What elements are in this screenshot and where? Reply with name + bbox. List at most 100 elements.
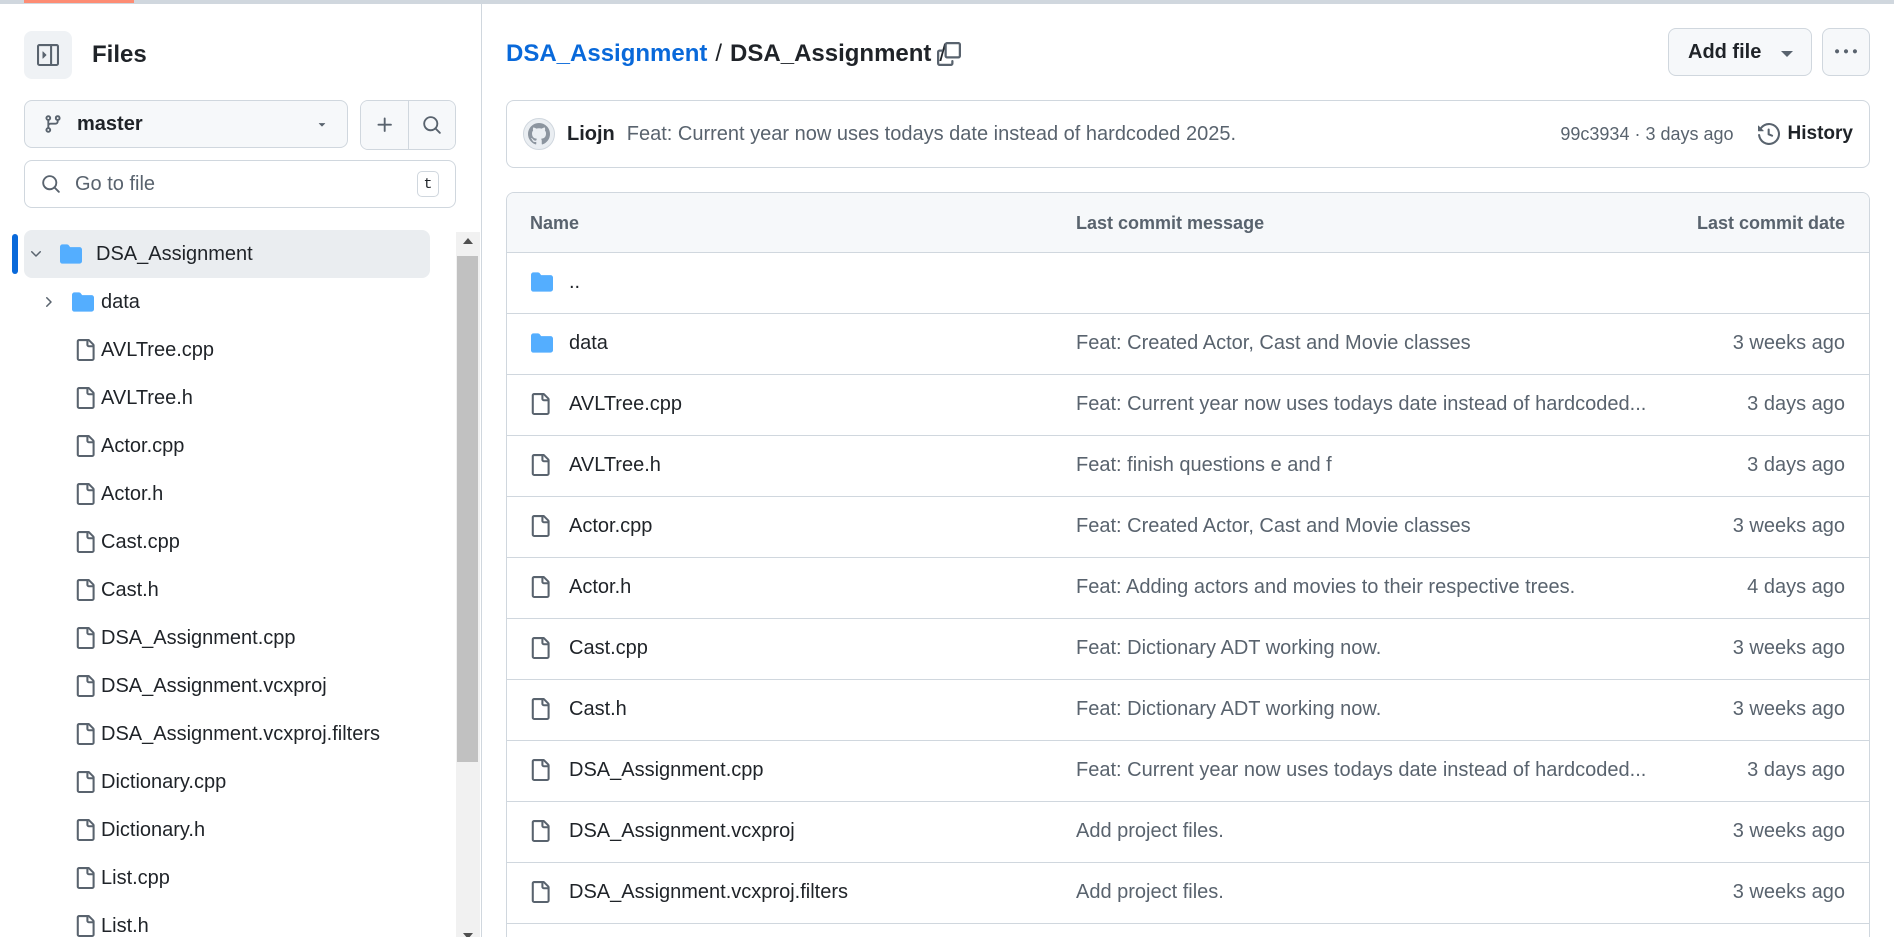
file-icon	[74, 915, 96, 937]
row-commit-message[interactable]: Feat: Dictionary ADT working now.	[1076, 698, 1381, 721]
row-name-link[interactable]: Cast.cpp	[569, 637, 648, 660]
row-name-link[interactable]: ..	[569, 271, 580, 294]
breadcrumb-separator: /	[715, 40, 723, 67]
row-commit-date: 3 days ago	[1747, 759, 1845, 781]
table-header: Name Last commit message Last commit dat…	[507, 193, 1869, 253]
git-branch-icon	[45, 115, 61, 133]
tree-actions	[360, 100, 456, 150]
tree-item-file[interactable]: List.cpp	[24, 854, 430, 902]
row-commit-message[interactable]: Feat: Adding actors and movies to their …	[1076, 576, 1575, 599]
row-name-link[interactable]: Actor.cpp	[569, 515, 652, 538]
tree-item-file[interactable]: Actor.cpp	[24, 422, 430, 470]
chevron-down-icon[interactable]	[28, 246, 44, 262]
table-row[interactable]: Actor.h Feat: Adding actors and movies to…	[507, 558, 1869, 619]
table-row[interactable]: Cast.cpp Feat: Dictionary ADT working now…	[507, 619, 1869, 680]
tree-item-file[interactable]: AVLTree.h	[24, 374, 430, 422]
table-row[interactable]: Actor.cpp Feat: Created Actor, Cast and M…	[507, 497, 1869, 558]
breadcrumb-repo-link[interactable]: DSA_Assignment	[506, 40, 707, 68]
row-name-link[interactable]: AVLTree.h	[569, 454, 661, 477]
table-row[interactable]: AVLTree.h Feat: finish questions e and f 3…	[507, 436, 1869, 497]
row-commit-date: 3 weeks ago	[1732, 820, 1845, 842]
file-tree-sidebar: Files master t DSA_Assignmentdata AVLTree…	[0, 4, 482, 937]
history-label: History	[1787, 123, 1853, 144]
tree-item-label: Cast.cpp	[101, 530, 180, 553]
commit-hash-and-age[interactable]: 99c3934 · 3 days ago	[1560, 124, 1733, 145]
tree-item-folder[interactable]: data	[24, 278, 430, 326]
history-button[interactable]: History	[1757, 123, 1853, 145]
table-row[interactable]: AVLTree.cpp Feat: Current year now uses t…	[507, 375, 1869, 436]
search-tree-button[interactable]	[408, 101, 455, 149]
add-file-tree-button[interactable]	[361, 101, 408, 149]
table-row[interactable]: DSA_Assignment.vcxproj Add project files.…	[507, 802, 1869, 863]
avatar[interactable]	[523, 118, 555, 150]
row-commit-message[interactable]: Feat: Dictionary ADT working now.	[1076, 637, 1381, 660]
go-to-file-box[interactable]: t	[24, 160, 456, 208]
commit-author[interactable]: Liojn	[567, 123, 615, 146]
tree-item-file[interactable]: DSA_Assignment.vcxproj.filters	[24, 710, 430, 758]
file-icon	[74, 339, 96, 361]
row-commit-message[interactable]: Feat: Created Actor, Cast and Movie clas…	[1076, 515, 1471, 538]
file-icon	[74, 435, 96, 457]
row-commit-date: 3 weeks ago	[1732, 637, 1845, 659]
latest-commit-bar: Liojn Feat: Current year now uses todays…	[506, 100, 1870, 168]
add-file-label: Add file	[1688, 40, 1762, 63]
row-commit-message[interactable]: Feat: Current year now uses todays date …	[1076, 759, 1646, 782]
tree-item-folder[interactable]: DSA_Assignment	[24, 230, 430, 278]
tree-item-file[interactable]: List.h	[24, 902, 430, 937]
file-icon	[529, 454, 551, 482]
row-name-link[interactable]: data	[569, 332, 608, 355]
tree-item-label: List.h	[101, 914, 149, 937]
tree-item-file[interactable]: DSA_Assignment.cpp	[24, 614, 430, 662]
file-icon	[529, 759, 551, 787]
chevron-right-icon[interactable]	[40, 294, 56, 310]
breadcrumb: DSA_Assignment / DSA_Assignment /	[506, 34, 954, 74]
file-table: Name Last commit message Last commit dat…	[506, 192, 1870, 937]
tree-item-file[interactable]: DSA_Assignment.vcxproj	[24, 662, 430, 710]
row-name-link[interactable]: DSA_Assignment.cpp	[569, 759, 764, 782]
sidebar-title: Files	[92, 41, 147, 68]
file-icon	[74, 579, 96, 601]
tree-scrollbar[interactable]	[456, 232, 480, 937]
tree-item-file[interactable]: Cast.cpp	[24, 518, 430, 566]
tree-item-label: DSA_Assignment.cpp	[101, 626, 296, 649]
column-header-name: Name	[530, 213, 580, 233]
copy-icon	[937, 42, 961, 66]
table-row[interactable]: DSA_Assignment.vcxproj.filters Add projec…	[507, 863, 1869, 924]
branch-selector[interactable]: master	[24, 100, 348, 148]
row-commit-date: 3 days ago	[1747, 393, 1845, 415]
row-name-link[interactable]: Actor.h	[569, 576, 631, 599]
row-name-link[interactable]: AVLTree.cpp	[569, 393, 682, 416]
tree-item-label: DSA_Assignment	[96, 242, 253, 265]
copy-path-button[interactable]	[928, 34, 970, 74]
row-name-link[interactable]: DSA_Assignment.vcxproj.filters	[569, 881, 848, 904]
kebab-horizontal-icon	[1835, 49, 1857, 54]
row-commit-message[interactable]: Feat: finish questions e and f	[1076, 454, 1332, 477]
table-row[interactable]: Cast.h Feat: Dictionary ADT working now. 3…	[507, 680, 1869, 741]
file-icon	[529, 515, 551, 543]
commit-message[interactable]: Feat: Current year now uses todays date …	[627, 123, 1561, 146]
go-to-file-input[interactable]	[75, 172, 417, 196]
tree-item-file[interactable]: Dictionary.cpp	[24, 758, 430, 806]
row-commit-message[interactable]: Feat: Current year now uses todays date …	[1076, 393, 1646, 416]
file-icon	[74, 627, 96, 649]
table-row[interactable]: ..	[507, 253, 1869, 314]
collapse-sidebar-button[interactable]	[24, 31, 72, 79]
row-name-link[interactable]: DSA_Assignment.vcxproj	[569, 820, 795, 843]
add-file-button[interactable]: Add file	[1668, 28, 1812, 76]
row-commit-date: 3 days ago	[1747, 454, 1845, 476]
table-row[interactable]: DSA_Assignment.cpp Feat: Current year now…	[507, 741, 1869, 802]
row-name-link[interactable]: Cast.h	[569, 698, 627, 721]
row-commit-message[interactable]: Add project files.	[1076, 881, 1224, 904]
more-options-button[interactable]	[1822, 28, 1870, 76]
tree-item-file[interactable]: Actor.h	[24, 470, 430, 518]
table-row[interactable]: data Feat: Created Actor, Cast and Movie …	[507, 314, 1869, 375]
tree-item-file[interactable]: Cast.h	[24, 566, 430, 614]
row-commit-message[interactable]: Add project files.	[1076, 820, 1224, 843]
tree-item-file[interactable]: Dictionary.h	[24, 806, 430, 854]
folder-open-icon	[58, 243, 84, 265]
row-commit-date: 3 weeks ago	[1732, 332, 1845, 354]
sidebar-header: Files	[24, 30, 147, 80]
row-commit-message[interactable]: Feat: Created Actor, Cast and Movie clas…	[1076, 332, 1471, 355]
scrollbar-thumb[interactable]	[457, 256, 478, 762]
tree-item-file[interactable]: AVLTree.cpp	[24, 326, 430, 374]
